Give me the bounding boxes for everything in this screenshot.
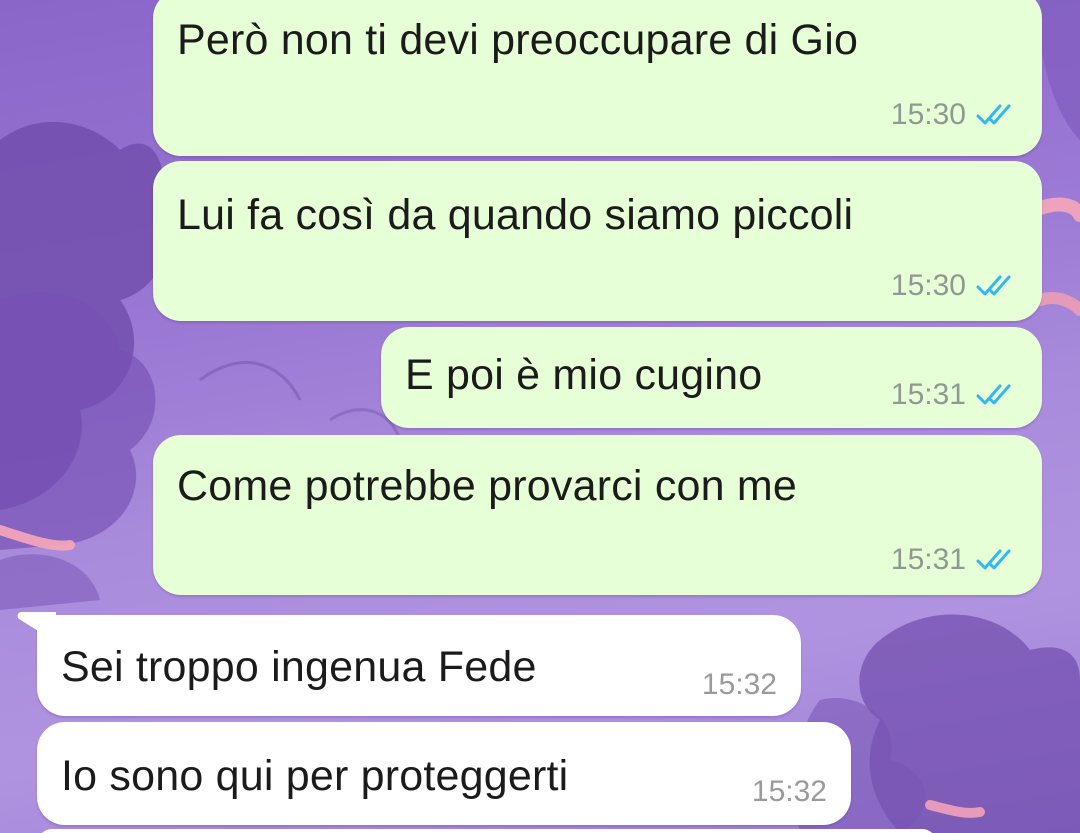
message-text: Come potrebbe provarci con me [177, 462, 798, 510]
message-time: 15:31 [890, 378, 966, 411]
message-meta: 15:32 [702, 668, 777, 702]
message-meta: 15:32 [752, 775, 827, 809]
double-check-icon [976, 549, 1011, 570]
message-text: E poi è mio cugino [405, 351, 763, 399]
message-text: Sei troppo ingenua Fede [61, 643, 537, 691]
message-text: Io sono qui per proteggerti [61, 752, 569, 800]
message-meta: 15:31 [891, 543, 1020, 577]
message-time: 15:30 [890, 98, 966, 131]
message-meta: 15:31 [891, 378, 1020, 412]
message-text: Lui fa così da quando siamo piccoli [177, 191, 854, 239]
message-time: 15:30 [890, 269, 966, 302]
double-check-icon [976, 275, 1011, 296]
outgoing-message[interactable]: E poi è mio cugino 15:31 [381, 327, 1042, 428]
incoming-message[interactable]: Io sono qui per proteggerti 15:32 [37, 722, 851, 825]
message-meta: 15:30 [891, 269, 1020, 303]
outgoing-message[interactable]: Però non ti devi preoccupare di Gio 15:3… [153, 0, 1042, 156]
conversation[interactable]: Però non ti devi preoccupare di Gio 15:3… [0, 0, 1080, 833]
message-time: 15:32 [751, 775, 827, 808]
message-text: Però non ti devi preoccupare di Gio [177, 16, 859, 64]
message-meta: 15:30 [891, 98, 1020, 132]
outgoing-message[interactable]: Come potrebbe provarci con me 15:31 [153, 435, 1042, 595]
double-check-icon [976, 384, 1011, 405]
double-check-icon [976, 104, 1011, 125]
outgoing-message[interactable]: Lui fa così da quando siamo piccoli 15:3… [153, 161, 1042, 321]
incoming-message-partial[interactable] [37, 829, 937, 833]
message-time: 15:31 [890, 543, 966, 576]
incoming-bubble-tail [17, 612, 56, 642]
incoming-message[interactable]: Sei troppo ingenua Fede 15:32 [37, 615, 801, 716]
message-time: 15:32 [701, 668, 777, 701]
